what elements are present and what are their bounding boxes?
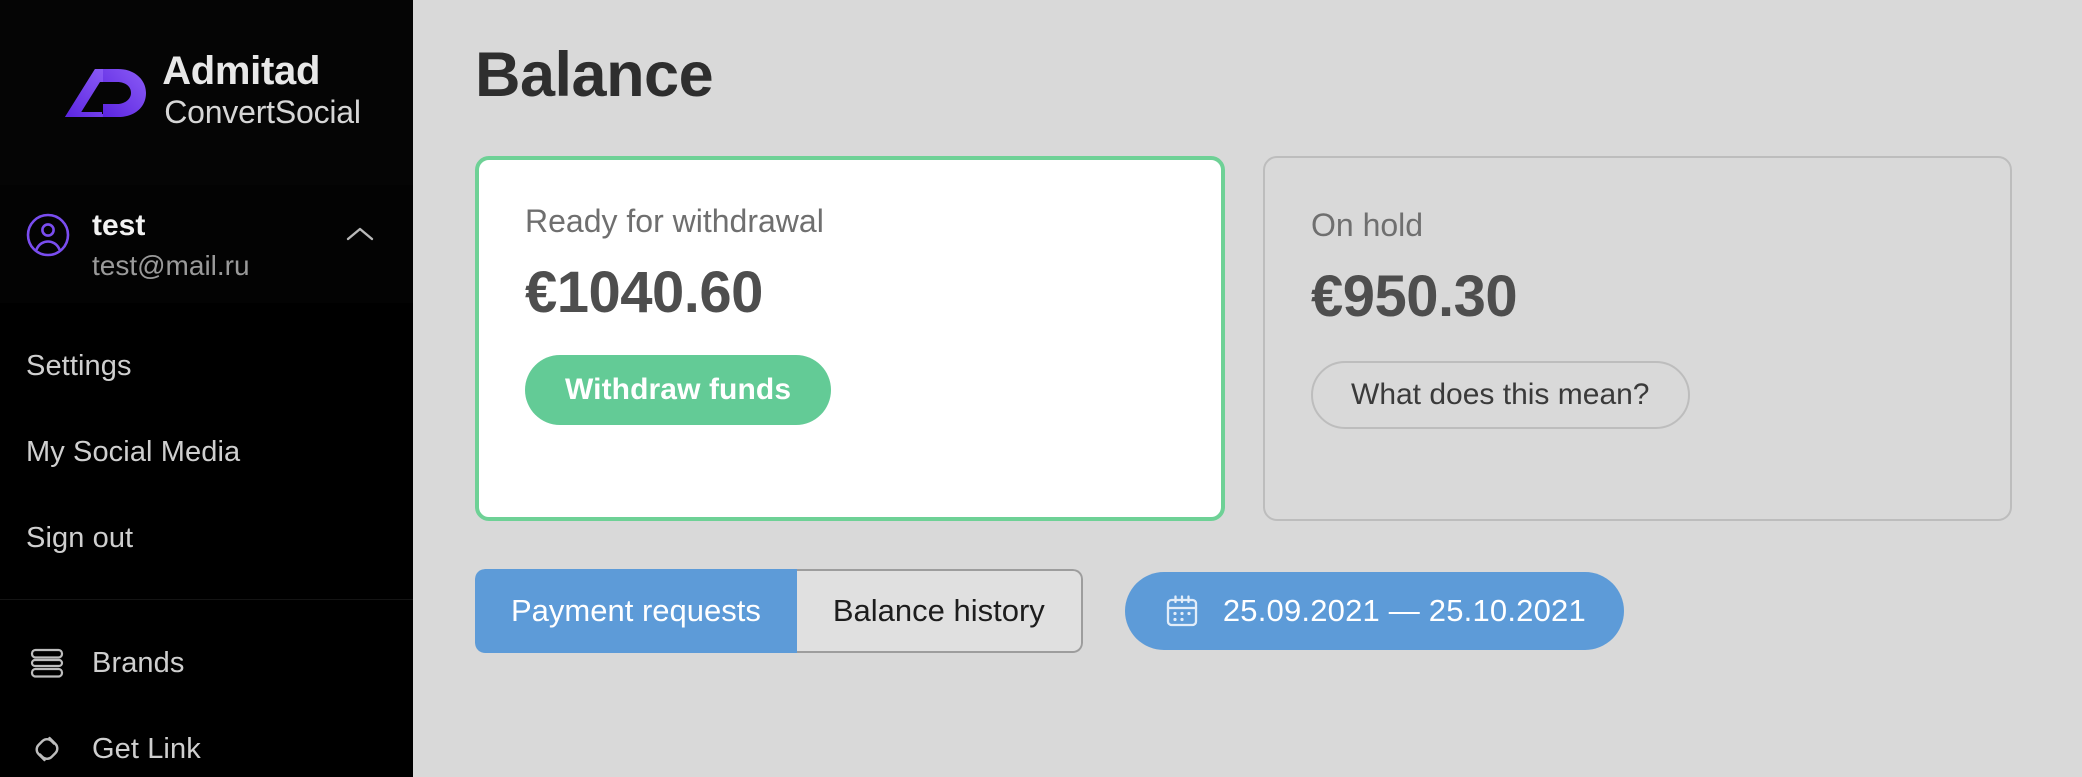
ready-card-amount: €1040.60 — [525, 259, 763, 325]
admitad-ad-monogram-icon — [62, 62, 148, 124]
on-hold-card-label: On hold — [1311, 206, 1424, 243]
sidebar-item-label: My Social Media — [26, 435, 241, 468]
chevron-up-icon[interactable] — [345, 225, 375, 243]
user-account-toggle[interactable]: test test@mail.ru — [0, 185, 413, 303]
user-circle-icon — [26, 213, 70, 257]
page-title: Balance — [475, 40, 714, 110]
balance-view-segmented-control: Payment requests Balance history — [475, 568, 1083, 653]
what-does-this-mean-button[interactable]: What does this mean? — [1311, 360, 1690, 429]
withdraw-funds-button[interactable]: Withdraw funds — [525, 354, 832, 425]
sidebar-item-brands[interactable]: Brands — [0, 620, 413, 706]
sidebar-item-get-link[interactable]: Get Link — [0, 706, 413, 777]
brand-title: Admitad — [162, 48, 321, 93]
sidebar-item-label: Settings — [26, 349, 132, 382]
app-root: Admitad ConvertSocial test test@mail.ru — [0, 0, 2082, 777]
date-range-label: 25.09.2021 — 25.10.2021 — [1222, 593, 1586, 629]
user-email: test@mail.ru — [92, 249, 250, 281]
chain-link-icon — [26, 728, 68, 770]
main-content: Balance Ready for withdrawal €1040.60 Wi… — [413, 0, 2082, 777]
sidebar-item-label: Get Link — [92, 732, 201, 765]
brand-header[interactable]: Admitad ConvertSocial — [0, 0, 413, 185]
account-nav-group: Settings My Social Media Sign out — [0, 303, 413, 599]
main-nav-group: Brands Get Link — [0, 599, 413, 777]
sidebar-item-settings[interactable]: Settings — [0, 323, 413, 409]
ready-for-withdrawal-card: Ready for withdrawal €1040.60 Withdraw f… — [475, 155, 1225, 521]
sidebar-item-label: Brands — [92, 646, 185, 679]
tab-payment-requests[interactable]: Payment requests — [475, 568, 797, 653]
ready-card-label: Ready for withdrawal — [525, 202, 824, 239]
sidebar-item-label: Sign out — [26, 521, 134, 554]
balance-cards-row: Ready for withdrawal €1040.60 Withdraw f… — [475, 155, 2012, 521]
brand-subtitle: ConvertSocial — [164, 93, 361, 130]
sidebar: Admitad ConvertSocial test test@mail.ru — [0, 0, 413, 777]
layers-stack-icon — [26, 642, 68, 684]
balance-controls-row: Payment requests Balance history 25.09.2… — [475, 568, 2012, 653]
sidebar-item-sign-out[interactable]: Sign out — [0, 495, 413, 581]
sidebar-item-my-social-media[interactable]: My Social Media — [0, 409, 413, 495]
on-hold-card-amount: €950.30 — [1311, 263, 1518, 329]
user-name: test — [92, 209, 146, 242]
on-hold-card: On hold €950.30 What does this mean? — [1263, 155, 2012, 521]
date-range-picker-button[interactable]: 25.09.2021 — 25.10.2021 — [1124, 571, 1624, 650]
calendar-icon — [1163, 592, 1201, 630]
tab-balance-history[interactable]: Balance history — [796, 568, 1083, 653]
